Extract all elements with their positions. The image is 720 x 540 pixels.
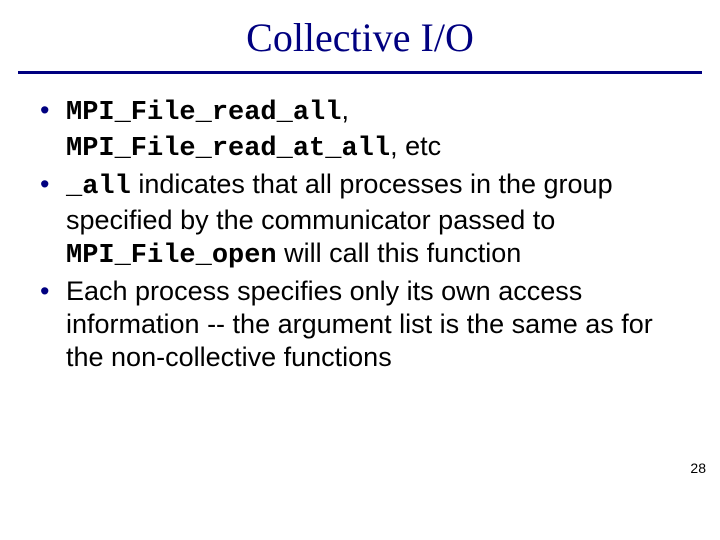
body-text: , [341,95,349,125]
code-text: MPI_File_read_at_all [66,134,390,164]
slide: Collective I/O MPI_File_read_all, MPI_Fi… [0,14,720,540]
code-text: MPI_File_open [66,241,277,271]
title-rule [18,71,702,74]
body-text: , etc [390,131,441,161]
slide-title: Collective I/O [0,14,720,61]
body-text: indicates that all processes in the grou… [66,169,613,235]
slide-content: MPI_File_read_all, MPI_File_read_at_all,… [36,94,684,374]
code-text: MPI_File_read_all [66,98,341,128]
page-number: 28 [690,460,706,476]
bullet-item: Each process specifies only its own acce… [36,275,684,374]
code-text: _all [66,172,131,202]
body-text: Each process specifies only its own acce… [66,276,653,372]
bullet-item: _all indicates that all processes in the… [36,168,684,273]
bullet-list: MPI_File_read_all, MPI_File_read_at_all,… [36,94,684,374]
bullet-item: MPI_File_read_all, MPI_File_read_at_all,… [36,94,684,166]
body-text: will call this function [277,238,522,268]
